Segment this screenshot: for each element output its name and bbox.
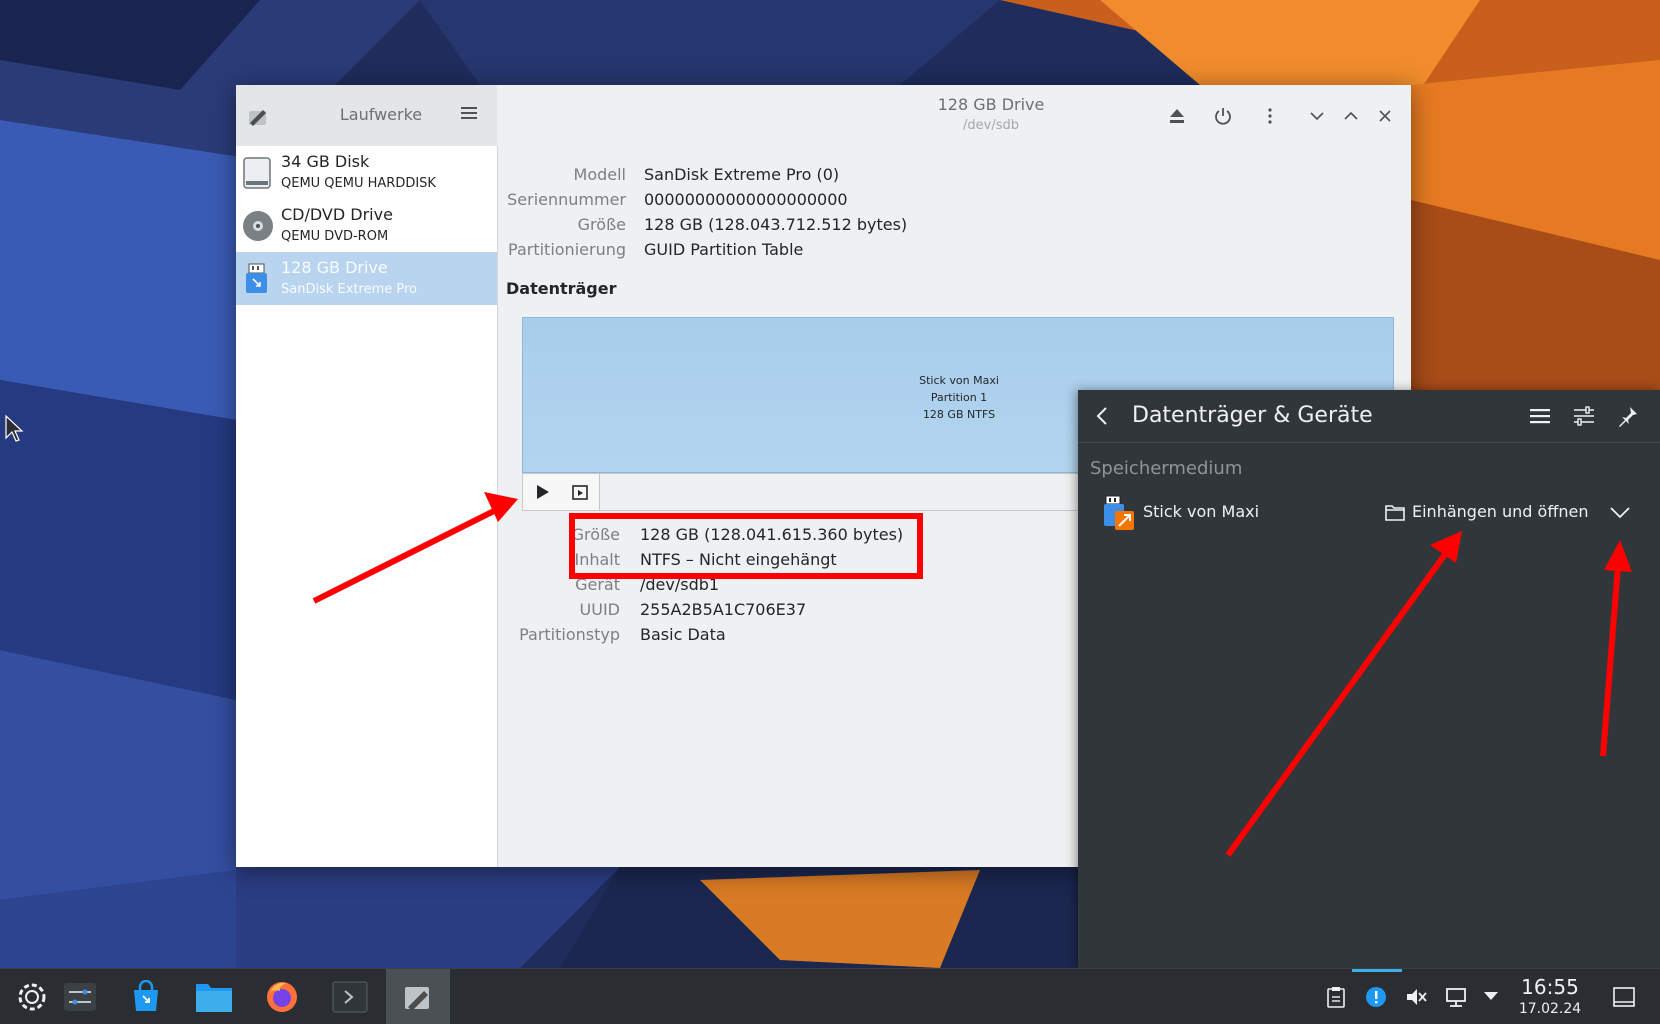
partition-value-device: /dev/sdb1 [640,575,720,594]
taskbar-firefox[interactable] [250,969,314,1024]
usb-drive-icon [246,263,267,293]
taskbar-discover[interactable] [114,969,178,1024]
configure-sliders-icon[interactable] [1572,404,1596,428]
taskbar-file-manager[interactable] [182,969,246,1024]
show-desktop-icon[interactable] [1612,985,1636,1009]
folder-icon [196,983,232,1012]
drive-list: 34 GB Disk QEMU QEMU HARDDISK CD/DVD Dri… [236,146,498,867]
drive-name: 128 GB Drive [281,258,388,277]
mount-play-button[interactable] [523,474,562,510]
popup-title: Datenträger & Geräte [1132,403,1373,428]
list-menu-icon[interactable] [1528,404,1552,428]
back-arrow-icon[interactable] [1092,405,1114,427]
drive-model: SanDisk Extreme Pro [281,282,417,297]
info-label-partitioning: Partitionierung [508,240,626,259]
eject-icon[interactable] [1166,105,1188,127]
taskbar-partition-manager[interactable] [386,969,450,1024]
show-hidden-icons-arrow-icon[interactable] [1482,989,1500,1003]
partition-value-size: 128 GB (128.041.615.360 bytes) [640,525,904,544]
partition-name: Stick von Maxi [919,374,999,387]
mount-and-open-label: Einhängen und öffnen [1412,502,1589,521]
drive-item-cd-dvd[interactable]: CD/DVD Drive QEMU DVD-ROM [236,199,497,252]
sidebar-header: Laufwerke [236,85,497,147]
notifications-info-icon[interactable] [1364,985,1388,1009]
drive-item-34gb-disk[interactable]: 34 GB Disk QEMU QEMU HARDDISK [236,146,497,199]
device-name: Stick von Maxi [1143,502,1260,521]
partition-options-button[interactable] [561,474,600,510]
pin-icon[interactable] [1616,404,1640,428]
folder-icon [1385,505,1405,521]
popup-header: Datenträger & Geräte [1078,390,1660,443]
partition-label-size: Größe [571,525,620,544]
usb-stick-icon [1104,495,1134,530]
volume-muted-icon[interactable] [1404,985,1428,1009]
chevron-down-icon[interactable] [1608,500,1632,524]
partition-label-content: Inhalt [574,550,620,569]
firefox-icon [267,981,297,1012]
drive-name: 34 GB Disk [281,152,370,171]
taskbar-system-settings[interactable] [48,969,112,1024]
info-value-serial: 00000000000000000000 [644,190,848,209]
partition-label-type: Partitionstyp [519,625,620,644]
power-off-icon[interactable] [1212,105,1234,127]
info-value-partitioning: GUID Partition Table [644,240,804,259]
clock-date[interactable]: 17.02.24 [1516,1001,1584,1017]
app-wrench-icon [249,110,266,126]
partition-value-type: Basic Data [640,625,726,644]
partition-label-uuid: UUID [579,600,620,619]
launcher-gear-icon [18,983,46,1010]
info-value-size: 128 GB (128.043.712.512 bytes) [644,215,908,234]
info-label-size: Größe [577,215,626,234]
close-icon[interactable] [1374,105,1396,127]
sidebar-title: Laufwerke [339,105,423,124]
clipboard-icon[interactable] [1325,985,1347,1009]
settings-sliders-icon [64,982,96,1011]
active-tray-indicator [1352,969,1402,972]
hamburger-menu-icon[interactable] [460,105,478,121]
network-wired-icon[interactable] [1444,985,1468,1009]
terminal-icon [332,981,368,1012]
drive-title: 128 GB Drive [937,95,1045,114]
drive-model: QEMU QEMU HARDDISK [281,176,436,191]
device-item-stick[interactable]: Stick von Maxi Einhängen und öffnen [1078,490,1660,534]
partition-manager-icon [405,986,429,1011]
info-label-model: Modell [573,165,626,184]
drive-device-path: /dev/sdb [963,118,1019,133]
storage-section-label: Speichermedium [1090,458,1243,479]
info-value-model: SanDisk Extreme Pro (0) [644,165,840,184]
play-icon [537,485,549,499]
mouse-cursor [5,414,24,442]
options-icon [572,485,588,500]
window-title-area: 128 GB Drive /dev/sdb [836,95,1146,133]
drive-name: CD/DVD Drive [281,205,393,224]
maximize-icon[interactable] [1340,105,1362,127]
overflow-menu-icon[interactable] [1259,105,1281,127]
partition-value-uuid: 255A2B5A1C706E37 [640,600,807,619]
info-label-serial: Seriennummer [507,190,626,209]
partition-value-content: NTFS – Nicht eingehängt [640,550,837,569]
hard-disk-icon [243,157,271,189]
disks-devices-popup: Datenträger & Geräte Speichermedium Stic… [1078,390,1660,968]
taskbar: 16:55 17.02.24 [0,968,1660,1024]
taskbar-terminal[interactable] [318,969,382,1024]
drive-model: QEMU DVD-ROM [281,229,389,244]
drive-item-128gb-drive[interactable]: 128 GB Drive SanDisk Extreme Pro [236,252,497,305]
volumes-heading: Datenträger [506,279,617,298]
software-store-icon [134,979,158,1011]
optical-disc-icon [243,211,273,241]
partition-label-device: Gerät [575,575,620,594]
minimize-icon[interactable] [1306,105,1328,127]
clock-time[interactable]: 16:55 [1520,975,1580,999]
